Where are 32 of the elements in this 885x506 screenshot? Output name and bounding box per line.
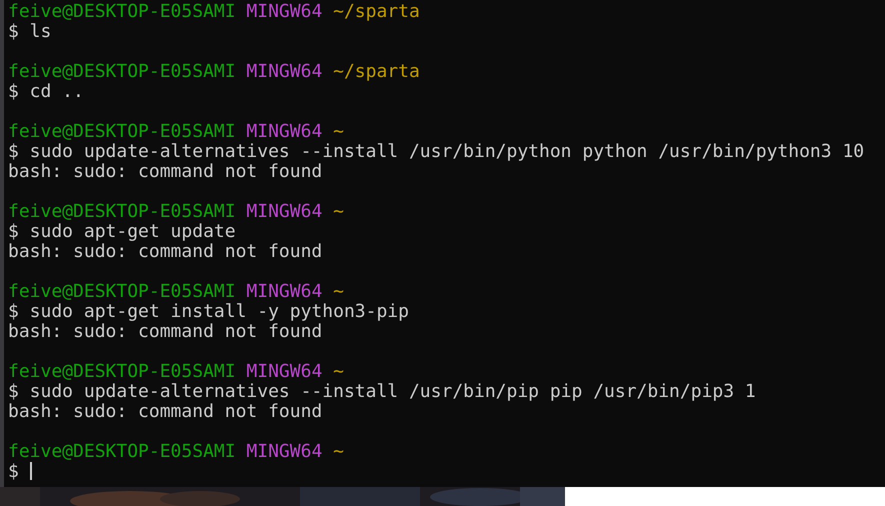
- prompt-system: MINGW64: [246, 1, 322, 22]
- prompt-user-host: feive@DESKTOP-E05SAMI: [8, 361, 236, 382]
- output-line: bash: sudo: command not found: [8, 161, 322, 182]
- output-line: bash: sudo: command not found: [8, 321, 322, 342]
- prompt-user-host: feive@DESKTOP-E05SAMI: [8, 201, 236, 222]
- prompt-system: MINGW64: [246, 361, 322, 382]
- prompt-path: ~: [333, 441, 344, 462]
- command-line: $ ls: [8, 21, 52, 42]
- prompt-system: MINGW64: [246, 281, 322, 302]
- command-line: $ cd ..: [8, 81, 84, 102]
- output-line: bash: sudo: command not found: [8, 241, 322, 262]
- command-line: $: [8, 461, 19, 482]
- prompt-user-host: feive@DESKTOP-E05SAMI: [8, 281, 236, 302]
- prompt-system: MINGW64: [246, 201, 322, 222]
- prompt-user-host: feive@DESKTOP-E05SAMI: [8, 61, 236, 82]
- prompt-path: ~: [333, 121, 344, 142]
- command-line: $ sudo apt-get install -y python3-pip: [8, 301, 409, 322]
- prompt-path: ~: [333, 281, 344, 302]
- prompt-user-host: feive@DESKTOP-E05SAMI: [8, 121, 236, 142]
- command-line: $ sudo update-alternatives --install /usr/bin/python python /usr/bin/python3 10: [8, 141, 864, 162]
- prompt-user-host: feive@DESKTOP-E05SAMI: [8, 441, 236, 462]
- prompt-user-host: feive@DESKTOP-E05SAMI: [8, 1, 236, 22]
- prompt-system: MINGW64: [246, 441, 322, 462]
- prompt-system: MINGW64: [246, 121, 322, 142]
- prompt-path: ~: [333, 361, 344, 382]
- prompt-path: ~/sparta: [333, 1, 420, 22]
- prompt-path: ~: [333, 201, 344, 222]
- prompt-path: ~/sparta: [333, 61, 420, 82]
- command-line: $ sudo apt-get update: [8, 221, 236, 242]
- prompt-system: MINGW64: [246, 61, 322, 82]
- output-line: bash: sudo: command not found: [8, 401, 322, 422]
- command-line: $ sudo update-alternatives --install /usr/bin/pip pip /usr/bin/pip3 1: [8, 381, 756, 402]
